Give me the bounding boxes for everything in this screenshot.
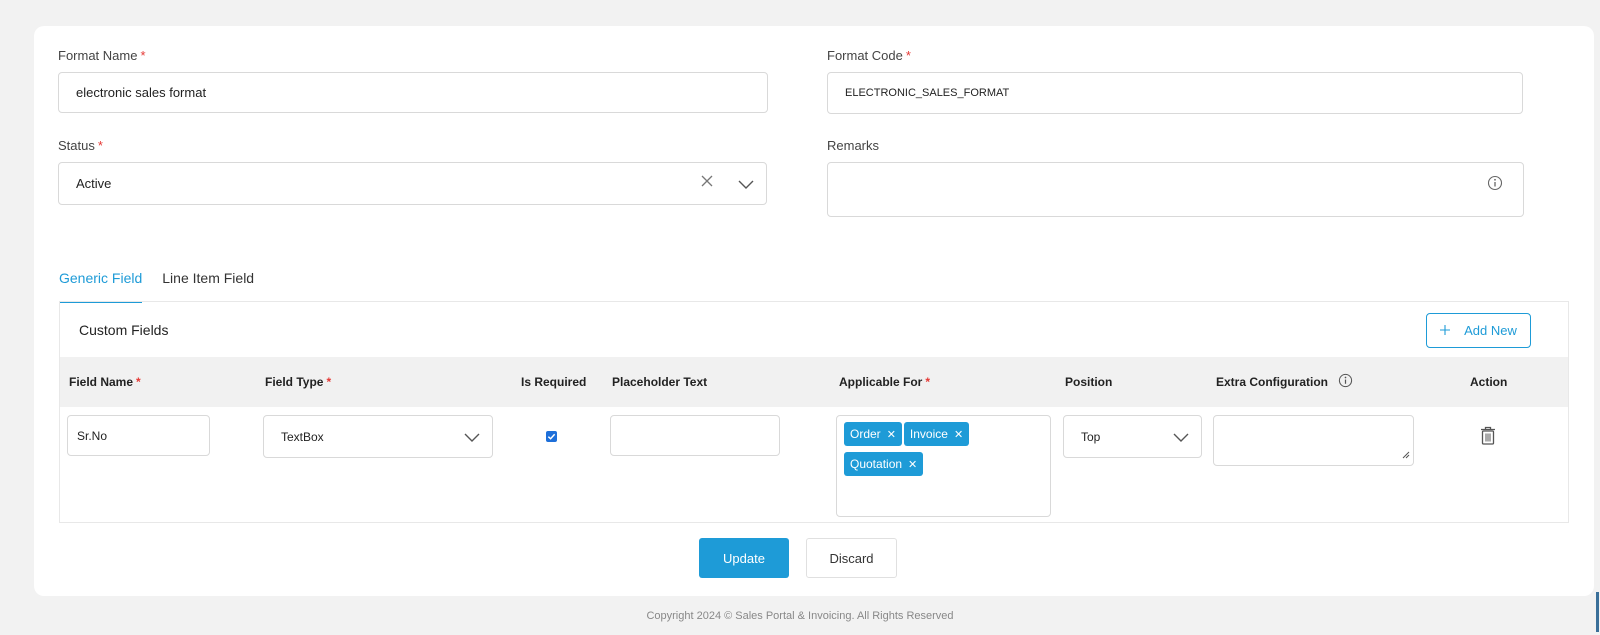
footer-copyright: Copyright 2024 © Sales Portal & Invoicin… xyxy=(646,610,954,622)
discard-button[interactable]: Discard xyxy=(806,538,897,578)
tab-generic-field[interactable]: Generic Field xyxy=(59,266,143,303)
col-field-type: Field Type * xyxy=(265,375,332,389)
is-required-checkbox[interactable] xyxy=(546,431,557,442)
chevron-down-icon xyxy=(464,432,480,446)
position-select[interactable]: Top xyxy=(1063,415,1202,458)
format-code-label: Format Code * xyxy=(827,48,911,63)
chip-order: Order ✕ xyxy=(844,422,902,446)
delete-icon[interactable] xyxy=(1480,426,1496,450)
status-label: Status * xyxy=(58,138,103,153)
format-name-label: Format Name * xyxy=(58,48,146,63)
custom-fields-panel: Custom Fields Add New Field Name * Field … xyxy=(59,302,1569,523)
remove-chip-icon[interactable]: ✕ xyxy=(887,428,896,441)
info-icon[interactable] xyxy=(1338,373,1353,391)
info-icon[interactable] xyxy=(1487,175,1503,194)
scrollbar-thumb[interactable] xyxy=(1596,592,1599,632)
chevron-down-icon xyxy=(1173,432,1189,446)
col-is-required: Is Required xyxy=(521,375,587,389)
remarks-label: Remarks xyxy=(827,138,880,153)
chip-invoice: Invoice ✕ xyxy=(903,422,970,446)
col-field-name: Field Name * xyxy=(69,375,141,389)
remove-chip-icon[interactable]: ✕ xyxy=(908,458,917,471)
format-name-input[interactable]: electronic sales format xyxy=(58,72,768,113)
field-name-input[interactable]: Sr.No xyxy=(67,415,210,456)
update-button[interactable]: Update xyxy=(699,538,789,578)
plus-icon xyxy=(1440,323,1451,338)
field-type-select[interactable]: TextBox xyxy=(263,415,493,458)
applicable-for-multiselect[interactable]: Order ✕ Invoice ✕ Quotation ✕ xyxy=(836,415,1051,517)
format-form-card: Format Name * electronic sales format For… xyxy=(34,26,1594,596)
col-extra-configuration: Extra Configuration xyxy=(1216,373,1353,391)
remove-chip-icon[interactable]: ✕ xyxy=(954,428,963,441)
remarks-input[interactable] xyxy=(827,162,1524,217)
field-tabs: Generic Field Line Item Field xyxy=(59,266,274,303)
col-action: Action xyxy=(1470,375,1508,389)
status-select[interactable]: Active xyxy=(58,162,767,205)
extra-configuration-textarea[interactable] xyxy=(1213,415,1414,466)
format-code-input[interactable]: ELECTRONIC_SALES_FORMAT xyxy=(827,72,1523,114)
add-new-button[interactable]: Add New xyxy=(1426,313,1531,348)
chip-quotation: Quotation ✕ xyxy=(844,452,924,476)
col-placeholder-text: Placeholder Text xyxy=(612,375,708,389)
custom-fields-table-header: Field Name * Field Type * Is Required Plac… xyxy=(60,357,1568,407)
chevron-down-icon[interactable] xyxy=(738,178,754,193)
placeholder-text-input[interactable] xyxy=(610,415,780,456)
clear-icon[interactable] xyxy=(701,175,713,190)
col-applicable-for: Applicable For * xyxy=(839,375,931,389)
tab-line-item-field[interactable]: Line Item Field xyxy=(162,266,254,303)
resize-handle-icon[interactable] xyxy=(1402,447,1410,462)
col-position: Position xyxy=(1065,375,1113,389)
custom-fields-title: Custom Fields xyxy=(79,322,169,338)
